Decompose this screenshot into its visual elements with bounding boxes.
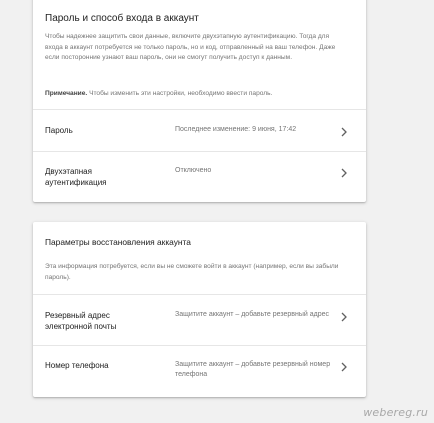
phone-number-label: Номер телефона xyxy=(45,361,109,370)
password-note: Примечание. Чтобы изменить эти настройки… xyxy=(45,89,345,99)
account-recovery-card: Параметры восстановления аккаунта Эта ин… xyxy=(33,222,366,397)
signin-card-description: Чтобы надежнее защитить свои данные, вкл… xyxy=(45,33,336,62)
recovery-email-value: Защитите аккаунт – добавьте резервный ад… xyxy=(175,311,329,318)
recovery-card-title: Параметры восстановления аккаунта xyxy=(45,237,191,247)
chevron-right-icon xyxy=(340,167,348,179)
site-watermark: webereg.ru xyxy=(363,406,428,419)
password-row[interactable]: Пароль Последнее изменение: 9 июня, 17:4… xyxy=(33,109,366,151)
recovery-card-description: Эта информация потребуется, если вы не с… xyxy=(45,263,339,281)
chevron-right-icon xyxy=(340,126,348,138)
signin-security-card: Пароль и способ входа в аккаунт Чтобы на… xyxy=(33,0,366,202)
phone-number-value: Защитите аккаунт – добавьте резервный но… xyxy=(175,361,331,379)
password-last-changed: Последнее изменение: 9 июня, 17:42 xyxy=(175,126,297,133)
note-text: Чтобы изменить эти настройки, необходимо… xyxy=(87,90,273,97)
phone-number-row[interactable]: Номер телефона Защитите аккаунт – добавь… xyxy=(33,345,366,397)
recovery-email-row[interactable]: Резервный адрес электронной почты Защити… xyxy=(33,294,366,345)
two-step-verification-row[interactable]: Двухэтапная аутентификация Отключено xyxy=(33,151,366,202)
password-label: Пароль xyxy=(45,126,73,135)
chevron-right-icon xyxy=(340,361,348,373)
recovery-email-label: Резервный адрес электронной почты xyxy=(45,311,117,331)
signin-card-title: Пароль и способ входа в аккаунт xyxy=(45,13,199,24)
note-label: Примечание. xyxy=(45,90,88,97)
two-step-verification-label: Двухэтапная аутентификация xyxy=(45,167,107,187)
two-step-verification-status: Отключено xyxy=(175,167,212,174)
chevron-right-icon xyxy=(340,311,348,323)
